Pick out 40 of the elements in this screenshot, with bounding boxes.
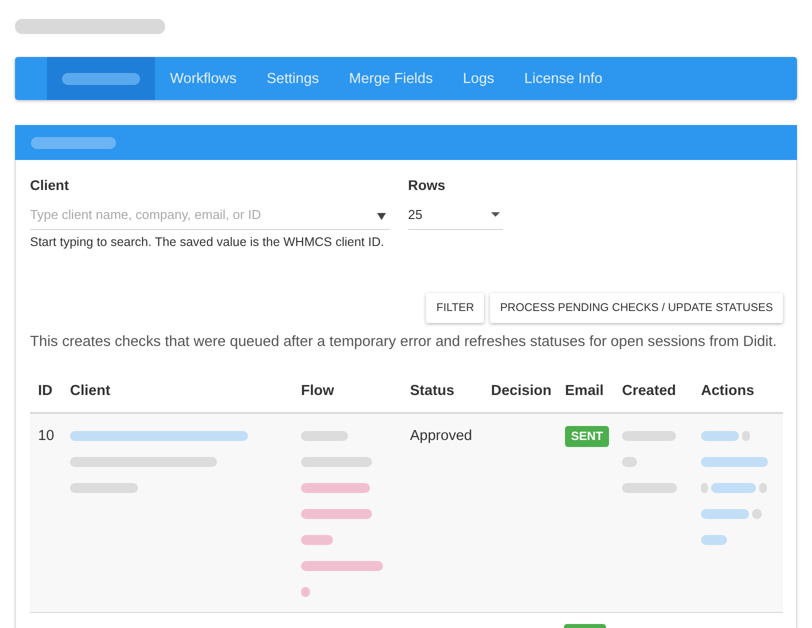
tab[interactable]: Workflows [155,57,252,100]
redacted-link[interactable] [701,509,749,519]
tab[interactable] [47,57,155,100]
redacted-text [301,431,348,441]
tab[interactable]: License Info [509,57,618,100]
tab[interactable]: Settings [252,57,334,100]
process-button[interactable]: PROCESS PENDING CHECKS / UPDATE STATUSES [490,293,783,323]
redacted-text [742,431,750,441]
redacted-text [622,431,676,441]
info-text: This creates checks that were queued after a temporary error and refreshes statuses for open sessions from Didit. [30,333,778,352]
email-status-badge [564,624,606,628]
caret-down-icon [377,213,386,220]
table-cell: Approved [402,413,483,612]
redacted-text [70,483,138,493]
redacted-text [622,483,677,493]
tab[interactable]: Merge Fields [334,57,448,100]
caret-down-icon [491,212,500,217]
redacted-link[interactable] [701,431,739,441]
redacted-text [301,535,333,545]
redacted-text [301,457,372,467]
redacted-text [301,483,370,493]
redacted-link[interactable] [711,483,756,493]
tab[interactable]: Logs [448,57,510,100]
redacted-text [752,509,762,519]
redacted-link[interactable] [70,431,248,441]
email-status-badge: SENT [565,426,610,447]
rows-select[interactable]: 25 [408,200,503,230]
redacted-link[interactable] [701,457,768,467]
redacted-link[interactable] [701,535,727,545]
rows-label: Rows [408,176,446,195]
redacted-text [622,457,637,467]
redacted-text [301,509,372,519]
client-search-field[interactable]: Type client name, company, email, or ID [30,200,390,230]
help-text: Start typing to search. The saved value is the WHMCS client ID. [30,234,386,251]
redacted-text [759,483,767,493]
redacted-text [701,483,708,493]
filter-button[interactable]: FILTER [426,293,484,323]
client-label: Client [30,176,70,195]
table-cell: 10 [30,413,62,612]
redacted-text [301,587,310,597]
